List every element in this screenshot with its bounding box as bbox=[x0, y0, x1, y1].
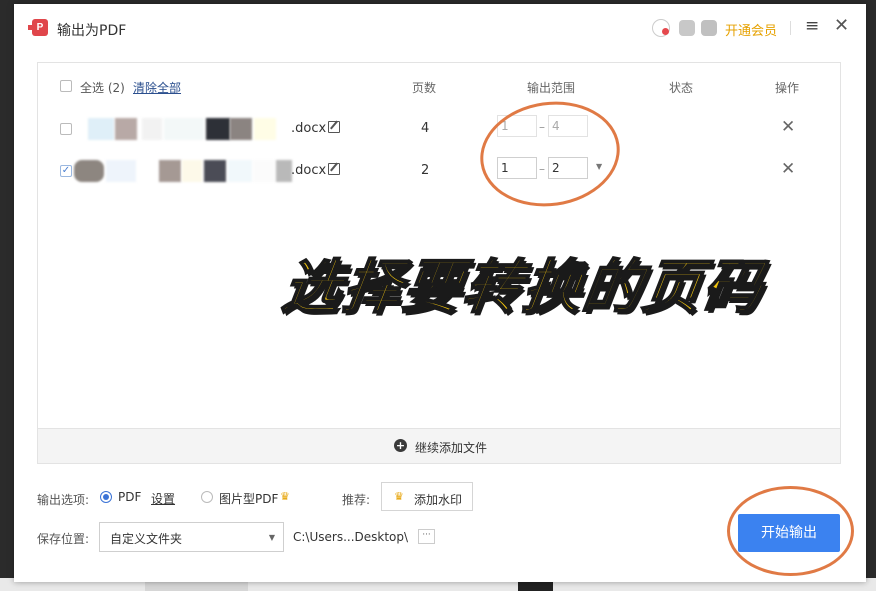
page-count: 2 bbox=[421, 163, 430, 178]
column-actions: 操作 bbox=[775, 81, 800, 95]
remove-file-icon[interactable]: ✕ bbox=[781, 117, 795, 137]
add-watermark-label: 添加水印 bbox=[414, 493, 463, 507]
remove-file-icon[interactable]: ✕ bbox=[781, 159, 795, 179]
overlay-caption: 选择要转换的页码 bbox=[278, 252, 770, 322]
add-file-label: 继续添加文件 bbox=[415, 441, 488, 455]
pdf-option-label[interactable]: PDF bbox=[118, 490, 141, 504]
page-count: 4 bbox=[421, 121, 430, 136]
badge-icon[interactable] bbox=[679, 20, 695, 36]
plus-circle-icon: + bbox=[394, 439, 407, 452]
edit-icon[interactable] bbox=[328, 163, 340, 175]
avatar-icon[interactable] bbox=[652, 19, 670, 37]
clear-all-link[interactable]: 清除全部 bbox=[133, 79, 181, 96]
chevron-down-icon: ▼ bbox=[268, 533, 275, 542]
output-options-label: 输出选项: bbox=[37, 493, 90, 507]
blurred-filename bbox=[74, 160, 292, 182]
select-all-checkbox[interactable] bbox=[60, 80, 72, 92]
column-pages: 页数 bbox=[412, 81, 437, 95]
vip-link[interactable]: 开通会员 bbox=[725, 20, 777, 39]
select-all-label[interactable]: 全选 (2) bbox=[80, 79, 125, 96]
close-icon[interactable]: ✕ bbox=[834, 15, 849, 36]
save-folder-value: 自定义文件夹 bbox=[110, 532, 183, 546]
row-checkbox[interactable] bbox=[60, 123, 72, 135]
settings-link[interactable]: 设置 bbox=[151, 490, 175, 507]
badge-icon[interactable] bbox=[701, 20, 717, 36]
browse-button[interactable]: ··· bbox=[418, 529, 435, 544]
crown-icon: ♛ bbox=[394, 490, 404, 503]
blurred-filename bbox=[82, 118, 292, 140]
add-watermark-button[interactable]: ♛ 添加水印 bbox=[381, 482, 473, 511]
divider bbox=[790, 21, 791, 35]
crown-icon: ♛ bbox=[280, 490, 290, 503]
radio-image-pdf[interactable] bbox=[201, 491, 213, 503]
export-pdf-dialog: P 输出为PDF 开通会员 ≡ ✕ 全选 (2) 清除全部 页数 输出范围 状态… bbox=[14, 4, 866, 582]
image-pdf-label[interactable]: 图片型PDF bbox=[219, 490, 278, 507]
hamburger-icon[interactable]: ≡ bbox=[805, 16, 819, 36]
table-row: ✓ .docx 2 1 – 2 ▼ ✕ bbox=[38, 150, 840, 192]
table-row: .docx 4 1 – 4 ✕ bbox=[38, 108, 840, 150]
column-range: 输出范围 bbox=[527, 81, 576, 95]
edit-icon[interactable] bbox=[328, 121, 340, 133]
highlight-circle bbox=[727, 486, 854, 576]
radio-pdf[interactable] bbox=[100, 491, 112, 503]
recommend-label: 推荐: bbox=[342, 493, 371, 507]
save-location-label: 保存位置: bbox=[37, 532, 90, 546]
row-checkbox[interactable]: ✓ bbox=[60, 165, 72, 177]
add-file-bar[interactable]: + 继续添加文件 bbox=[38, 428, 840, 463]
filename-extension: .docx bbox=[291, 163, 327, 178]
table-header: 全选 (2) 清除全部 页数 输出范围 状态 操作 bbox=[38, 63, 840, 105]
dialog-title: 输出为PDF bbox=[57, 23, 127, 39]
pdf-app-icon: P bbox=[28, 19, 48, 36]
save-folder-select[interactable]: 自定义文件夹 ▼ bbox=[99, 522, 284, 552]
column-status: 状态 bbox=[669, 81, 694, 95]
filename-extension: .docx bbox=[291, 121, 327, 136]
save-path: C:\Users...Desktop\ bbox=[293, 530, 409, 544]
title-bar: P 输出为PDF 开通会员 ≡ ✕ bbox=[14, 4, 866, 54]
